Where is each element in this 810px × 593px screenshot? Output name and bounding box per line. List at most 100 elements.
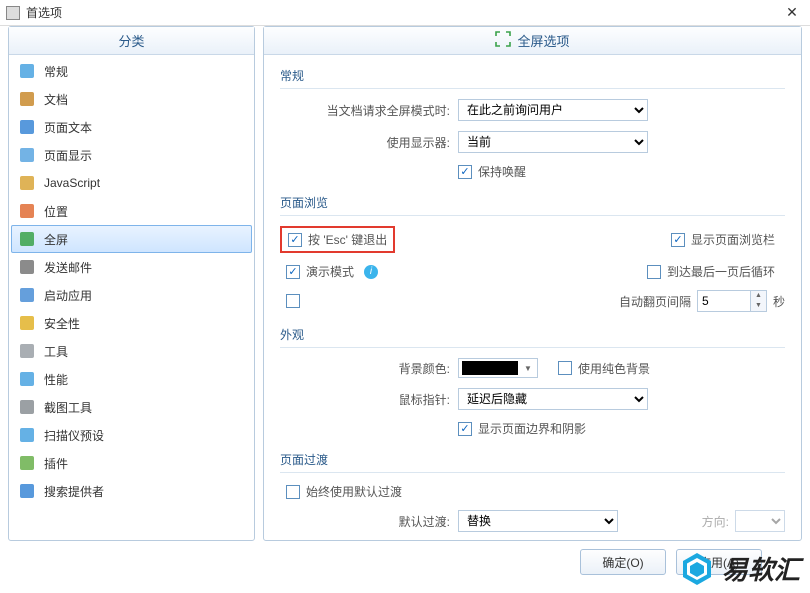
check-icon xyxy=(458,165,472,179)
sidebar-item-9[interactable]: 安全性 xyxy=(11,309,252,337)
spin-up[interactable]: ▲ xyxy=(751,291,766,301)
sidebar-item-11[interactable]: 性能 xyxy=(11,365,252,393)
sidebar-item-label: 性能 xyxy=(44,371,68,388)
group-general: 常规 当文档请求全屏模式时: 在此之前询问用户 使用显示器: 当前 xyxy=(280,63,785,180)
color-swatch xyxy=(462,361,518,375)
present-label: 演示模式 xyxy=(306,263,354,280)
esc-checkbox[interactable]: 按 'Esc' 键退出 xyxy=(288,231,387,248)
auto-flip-input[interactable] xyxy=(698,291,750,311)
sidebar-item-15[interactable]: 搜索提供者 xyxy=(11,477,252,505)
auto-flip-spinner[interactable]: ▲▼ xyxy=(697,290,767,312)
group-transition-title: 页面过渡 xyxy=(280,447,785,473)
always-default-label: 始终使用默认过渡 xyxy=(306,483,402,500)
keep-awake-checkbox[interactable]: 保持唤醒 xyxy=(458,163,526,180)
sidebar-item-label: 安全性 xyxy=(44,315,80,332)
sidebar-item-label: 位置 xyxy=(44,203,68,220)
sidebar-item-12[interactable]: 截图工具 xyxy=(11,393,252,421)
category-list[interactable]: 常规文档页面文本页面显示JavaScript 位置全屏发送邮件启动应用安全性工具性… xyxy=(9,55,254,540)
monitor-label: 使用显示器: xyxy=(280,134,450,151)
show-border-label: 显示页面边界和阴影 xyxy=(478,420,586,437)
check-icon xyxy=(671,233,685,247)
category-panel: 分类 常规文档页面文本页面显示JavaScript 位置全屏发送邮件启动应用安全性… xyxy=(8,26,255,541)
sidebar-item-icon xyxy=(18,174,36,192)
sidebar-item-label: 插件 xyxy=(44,455,68,472)
seconds-label: 秒 xyxy=(773,293,785,310)
pointer-label: 鼠标指针: xyxy=(280,391,450,408)
always-default-checkbox[interactable]: 始终使用默认过渡 xyxy=(286,483,402,500)
settings-panel: 全屏选项 常规 当文档请求全屏模式时: 在此之前询问用户 使用显示器: xyxy=(263,26,802,541)
sidebar-item-3[interactable]: 页面显示 xyxy=(11,141,252,169)
spin-down[interactable]: ▼ xyxy=(751,301,766,311)
sidebar-item-14[interactable]: 插件 xyxy=(11,449,252,477)
sidebar-item-0[interactable]: 常规 xyxy=(11,57,252,85)
ok-button[interactable]: 确定(O) xyxy=(580,549,666,575)
sidebar-item-7[interactable]: 发送邮件 xyxy=(11,253,252,281)
group-appearance: 外观 背景颜色: ▼ 使用纯色背景 鼠标指针: xyxy=(280,322,785,437)
sidebar-item-label: 全屏 xyxy=(44,231,68,248)
esc-highlight: 按 'Esc' 键退出 xyxy=(280,226,395,253)
sidebar-item-10[interactable]: 工具 xyxy=(11,337,252,365)
category-header-label: 分类 xyxy=(118,31,144,50)
pointer-select[interactable]: 延迟后隐藏 xyxy=(458,388,648,410)
sidebar-item-icon xyxy=(18,258,36,276)
sidebar-item-13[interactable]: 扫描仪预设 xyxy=(11,421,252,449)
show-border-checkbox[interactable]: 显示页面边界和阴影 xyxy=(458,420,586,437)
default-trans-label: 默认过渡: xyxy=(280,513,450,530)
ok-button-label: 确定(O) xyxy=(602,554,643,571)
sidebar-item-icon xyxy=(18,118,36,136)
keep-awake-label: 保持唤醒 xyxy=(478,163,526,180)
sidebar-item-2[interactable]: 页面文本 xyxy=(11,113,252,141)
sidebar-item-1[interactable]: 文档 xyxy=(11,85,252,113)
sidebar-item-icon xyxy=(18,454,36,472)
check-icon xyxy=(286,294,300,308)
sidebar-item-label: 文档 xyxy=(44,91,68,108)
sidebar-item-icon xyxy=(18,314,36,332)
show-nav-checkbox[interactable]: 显示页面浏览栏 xyxy=(671,231,775,248)
watermark-text: 易软汇 xyxy=(722,550,800,587)
solid-bg-label: 使用纯色背景 xyxy=(578,360,650,377)
chevron-down-icon: ▼ xyxy=(521,364,535,373)
loop-checkbox[interactable]: 到达最后一页后循环 xyxy=(647,263,775,280)
sidebar-item-label: 启动应用 xyxy=(44,287,92,304)
category-header: 分类 xyxy=(9,27,254,55)
sidebar-item-label: 扫描仪预设 xyxy=(44,427,104,444)
window-icon xyxy=(6,6,20,20)
loop-label: 到达最后一页后循环 xyxy=(667,263,775,280)
present-mode-checkbox[interactable]: 演示模式 i xyxy=(286,263,378,280)
window-title: 首选项 xyxy=(26,4,62,21)
sidebar-item-icon xyxy=(18,370,36,388)
sidebar-item-label: 发送邮件 xyxy=(44,259,92,276)
settings-header-label: 全屏选项 xyxy=(517,31,569,50)
sidebar-item-4[interactable]: JavaScript xyxy=(11,169,252,197)
doc-request-label: 当文档请求全屏模式时: xyxy=(280,102,450,119)
sidebar-item-icon xyxy=(18,426,36,444)
doc-request-select[interactable]: 在此之前询问用户 xyxy=(458,99,648,121)
group-appearance-title: 外观 xyxy=(280,322,785,348)
sidebar-item-icon xyxy=(18,286,36,304)
sidebar-item-8[interactable]: 启动应用 xyxy=(11,281,252,309)
sidebar-item-icon xyxy=(18,62,36,80)
sidebar-item-icon xyxy=(18,146,36,164)
check-icon xyxy=(558,361,572,375)
sidebar-item-label: 搜索提供者 xyxy=(44,483,104,500)
sidebar-item-5[interactable]: 位置 xyxy=(11,197,252,225)
direction-label: 方向: xyxy=(702,513,729,530)
bg-color-picker[interactable]: ▼ xyxy=(458,358,538,378)
bg-color-label: 背景颜色: xyxy=(280,360,450,377)
title-bar: 首选项 ✕ xyxy=(0,0,810,26)
sidebar-item-6[interactable]: 全屏 xyxy=(11,225,252,253)
sidebar-item-label: 常规 xyxy=(44,63,68,80)
sidebar-item-icon xyxy=(18,230,36,248)
sidebar-item-label: 工具 xyxy=(44,343,68,360)
default-trans-select[interactable]: 替换 xyxy=(458,510,618,532)
settings-content: 常规 当文档请求全屏模式时: 在此之前询问用户 使用显示器: 当前 xyxy=(264,55,801,540)
settings-header: 全屏选项 xyxy=(264,27,801,55)
auto-flip-checkbox[interactable] xyxy=(286,294,300,308)
monitor-select[interactable]: 当前 xyxy=(458,131,648,153)
solid-bg-checkbox[interactable]: 使用纯色背景 xyxy=(558,360,650,377)
close-button[interactable]: ✕ xyxy=(780,3,804,23)
direction-select[interactable] xyxy=(735,510,785,532)
sidebar-item-icon xyxy=(18,482,36,500)
info-icon[interactable]: i xyxy=(364,265,378,279)
show-nav-label: 显示页面浏览栏 xyxy=(691,231,775,248)
